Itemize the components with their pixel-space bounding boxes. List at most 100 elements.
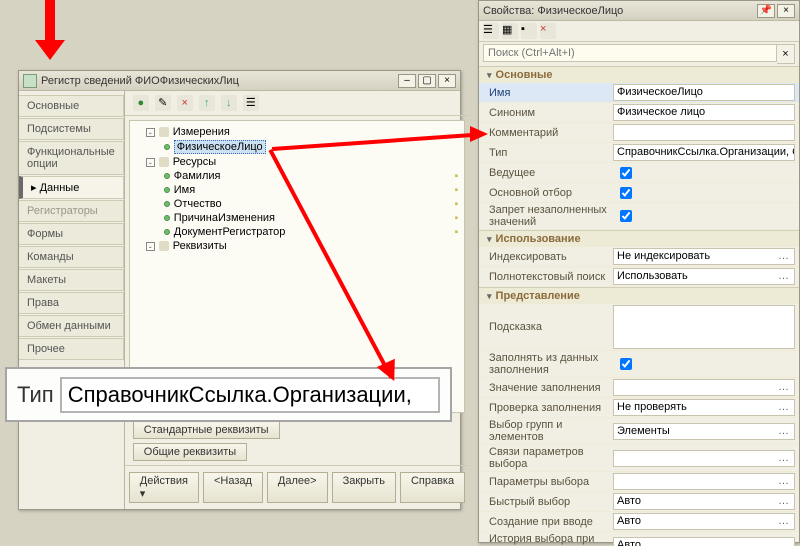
prop-row: Выбор групп и элементовЭлементы…: [479, 418, 799, 445]
prop-row: Комментарий: [479, 123, 799, 143]
props-search-input[interactable]: [483, 44, 777, 62]
moveup-icon[interactable]: ↑: [199, 95, 215, 111]
prop-value[interactable]: СправочникСсылка.Организации, Справочник…: [613, 144, 795, 161]
prop-value[interactable]: Элементы…: [613, 423, 795, 440]
sidetab-7[interactable]: Макеты: [19, 269, 124, 291]
std-req-button[interactable]: Стандартные реквизиты: [133, 421, 280, 439]
prop-label: Выбор групп и элементов: [483, 419, 613, 443]
tree-item[interactable]: Фамилия▪: [136, 169, 458, 183]
prop-value[interactable]: …: [613, 379, 795, 396]
sidetab-6[interactable]: Команды: [19, 246, 124, 268]
prop-row: ИмяФизическоеЛицо: [479, 83, 799, 103]
ellipsis-button[interactable]: …: [776, 380, 791, 395]
sidetab-4[interactable]: Регистраторы: [19, 200, 124, 222]
sidetab-2[interactable]: Функциональные опции: [19, 141, 124, 175]
ellipsis-button[interactable]: …: [776, 424, 791, 439]
ellipsis-button[interactable]: …: [776, 538, 791, 546]
prop-label: Ведущее: [483, 167, 613, 179]
section-head[interactable]: Использование: [479, 231, 799, 247]
prop-checkbox[interactable]: [620, 210, 632, 222]
sidetab-1[interactable]: Подсистемы: [19, 118, 124, 140]
tree-item[interactable]: Отчество▪: [136, 197, 458, 211]
prop-value[interactable]: ФизическоеЛицо: [613, 84, 795, 101]
register-icon: [23, 74, 37, 88]
section-head[interactable]: Представление: [479, 288, 799, 304]
sidetab-10[interactable]: Прочее: [19, 338, 124, 360]
filter1-icon[interactable]: ▦: [502, 23, 518, 39]
prop-checkbox[interactable]: [620, 358, 632, 370]
prop-value[interactable]: Авто…: [613, 537, 795, 546]
ellipsis-button[interactable]: …: [776, 249, 791, 264]
filter2-icon[interactable]: ▪: [521, 23, 537, 39]
tree-item[interactable]: ДокументРегистратор▪: [136, 225, 458, 239]
prop-row: Ведущее: [479, 163, 799, 183]
movedown-icon[interactable]: ↓: [221, 95, 237, 111]
prop-label: Параметры выбора: [483, 476, 613, 488]
common-req-button[interactable]: Общие реквизиты: [133, 443, 247, 461]
help-button[interactable]: Справка: [400, 472, 465, 503]
delete-icon[interactable]: ×: [177, 95, 193, 111]
props-titlebar: Свойства: ФизическоеЛицо 📌 ×: [479, 1, 799, 21]
prop-row: Значение заполнения…: [479, 378, 799, 398]
prop-row: Основной отбор: [479, 183, 799, 203]
prop-value[interactable]: Авто…: [613, 493, 795, 510]
prop-value[interactable]: …: [613, 450, 795, 467]
prop-value[interactable]: Не индексировать…: [613, 248, 795, 265]
sort-icon[interactable]: ☰: [483, 23, 499, 39]
prop-value[interactable]: Физическое лицо: [613, 104, 795, 121]
prop-value[interactable]: [613, 124, 795, 141]
prop-checkbox[interactable]: [620, 187, 632, 199]
props-search-clear[interactable]: ×: [777, 44, 795, 64]
props-pin-button[interactable]: 📌: [757, 4, 775, 18]
prop-row: ТипСправочникСсылка.Организации, Справоч…: [479, 143, 799, 163]
prop-value[interactable]: Авто…: [613, 513, 795, 530]
sidetab-5[interactable]: Формы: [19, 223, 124, 245]
cross-icon[interactable]: ×: [540, 23, 556, 39]
prop-row: Подсказка: [479, 304, 799, 351]
tree-group[interactable]: -Измерения: [136, 125, 458, 139]
back-button[interactable]: <Назад: [203, 472, 263, 503]
close2-button[interactable]: Закрыть: [332, 472, 396, 503]
prop-value[interactable]: Не проверять…: [613, 399, 795, 416]
prop-label: Комментарий: [483, 127, 613, 139]
prop-row: Связи параметров выбора…: [479, 445, 799, 472]
section-head[interactable]: Основные: [479, 67, 799, 83]
prop-value[interactable]: Использовать…: [613, 268, 795, 285]
prop-label: Проверка заполнения: [483, 402, 613, 414]
prop-label: Синоним: [483, 107, 613, 119]
next-button[interactable]: Далее>: [267, 472, 328, 503]
ellipsis-button[interactable]: …: [776, 474, 791, 489]
tree-group[interactable]: -Ресурсы: [136, 155, 458, 169]
maximize-button[interactable]: ▢: [418, 74, 436, 88]
prop-label: Подсказка: [483, 321, 613, 333]
ellipsis-button[interactable]: …: [776, 269, 791, 284]
edit-icon[interactable]: ✎: [155, 95, 171, 111]
ellipsis-button[interactable]: …: [776, 514, 791, 529]
tree-item[interactable]: ФизическоеЛицо: [136, 139, 458, 155]
close-button[interactable]: ×: [438, 74, 456, 88]
tree-toolbar: ● ✎ × ↑ ↓ ☰: [125, 91, 469, 116]
config-title: Регистр сведений ФИОФизическихЛиц: [41, 75, 398, 87]
tree-item[interactable]: ПричинаИзменения▪: [136, 211, 458, 225]
tree-group[interactable]: -Реквизиты: [136, 239, 458, 253]
sidetab-0[interactable]: Основные: [19, 95, 124, 117]
prop-label: Имя: [483, 87, 613, 99]
ellipsis-button[interactable]: …: [776, 494, 791, 509]
props-icon[interactable]: ☰: [243, 95, 259, 111]
actions-button[interactable]: Действия ▾: [129, 472, 199, 503]
prop-value[interactable]: …: [613, 473, 795, 490]
prop-label: Заполнять из данных заполнения: [483, 352, 613, 376]
prop-checkbox[interactable]: [620, 167, 632, 179]
add-icon[interactable]: ●: [133, 95, 149, 111]
prop-textarea[interactable]: [613, 305, 795, 349]
sidetab-9[interactable]: Обмен данными: [19, 315, 124, 337]
sidetab-8[interactable]: Права: [19, 292, 124, 314]
sidetab-3[interactable]: ▸ Данные: [19, 176, 124, 199]
ellipsis-button[interactable]: …: [776, 400, 791, 415]
ellipsis-button[interactable]: …: [776, 451, 791, 466]
tree-item[interactable]: Имя▪: [136, 183, 458, 197]
properties-panel: Свойства: ФизическоеЛицо 📌 × ☰ ▦ ▪ × × О…: [478, 0, 800, 543]
prop-row: Заполнять из данных заполнения: [479, 351, 799, 378]
props-close-button[interactable]: ×: [777, 4, 795, 18]
minimize-button[interactable]: –: [398, 74, 416, 88]
